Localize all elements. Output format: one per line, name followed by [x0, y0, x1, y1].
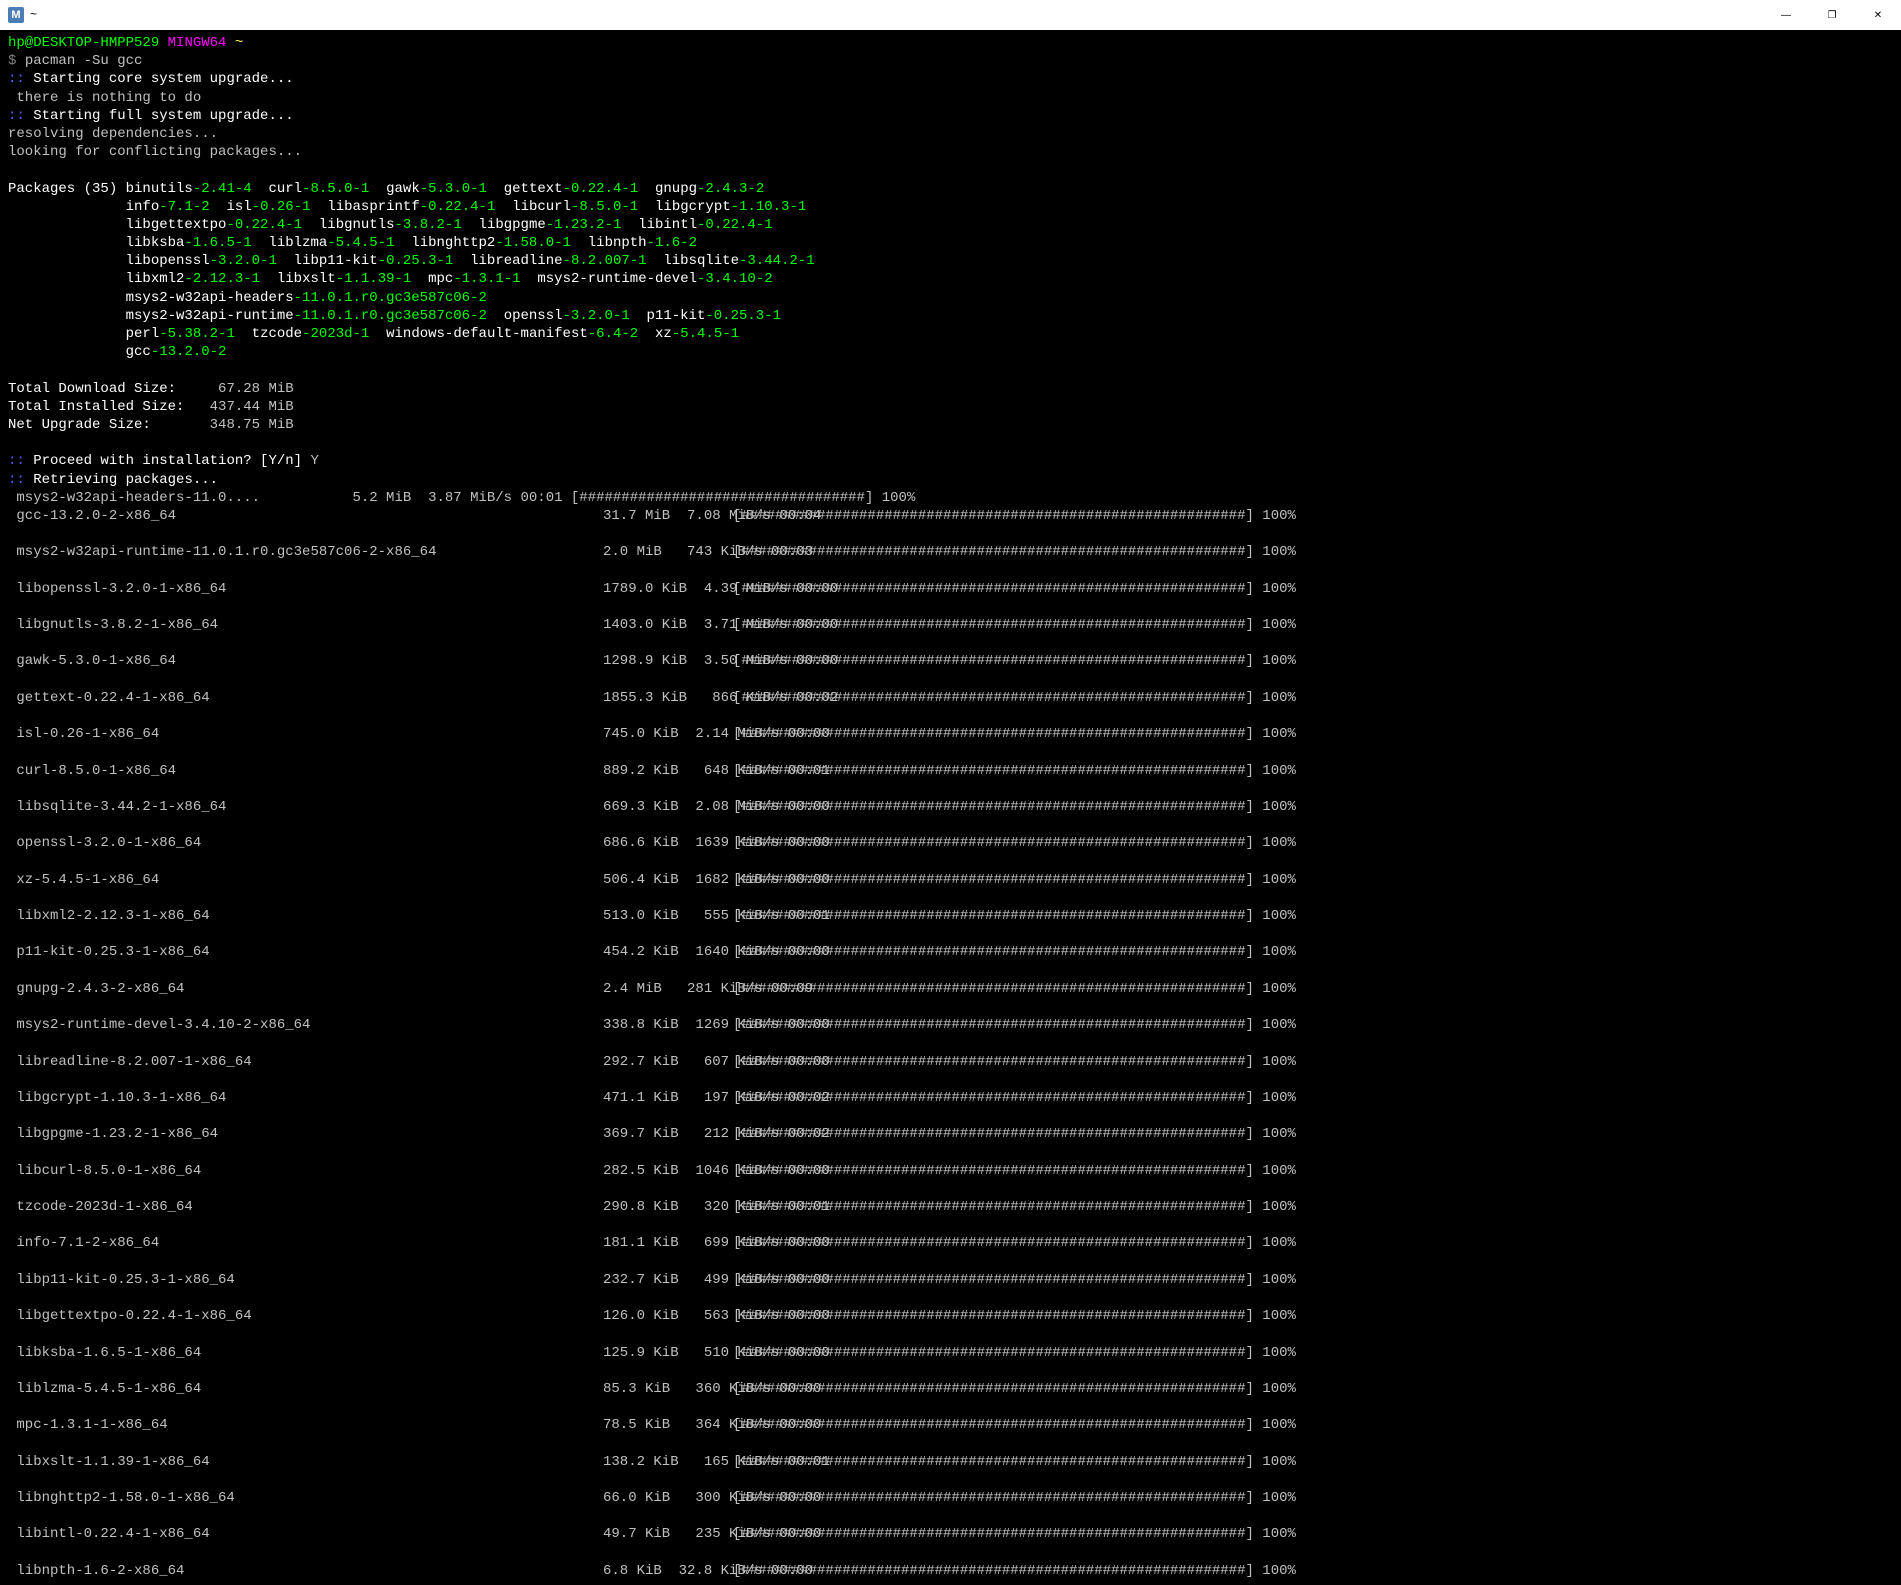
titlebar-controls: — ❐ ✕ — [1763, 0, 1901, 30]
window-title: ~ — [30, 7, 37, 23]
titlebar[interactable]: M ~ — ❐ ✕ — [0, 0, 1901, 30]
maximize-button[interactable]: ❐ — [1809, 0, 1855, 30]
titlebar-left: M ~ — [8, 7, 37, 23]
app-icon: M — [8, 7, 24, 23]
minimize-button[interactable]: — — [1763, 0, 1809, 30]
window: M ~ — ❐ ✕ hp@DESKTOP-HMPP529 MINGW64 ~ $… — [0, 0, 1901, 1585]
terminal[interactable]: hp@DESKTOP-HMPP529 MINGW64 ~ $ pacman -S… — [0, 30, 1901, 1585]
close-button[interactable]: ✕ — [1855, 0, 1901, 30]
